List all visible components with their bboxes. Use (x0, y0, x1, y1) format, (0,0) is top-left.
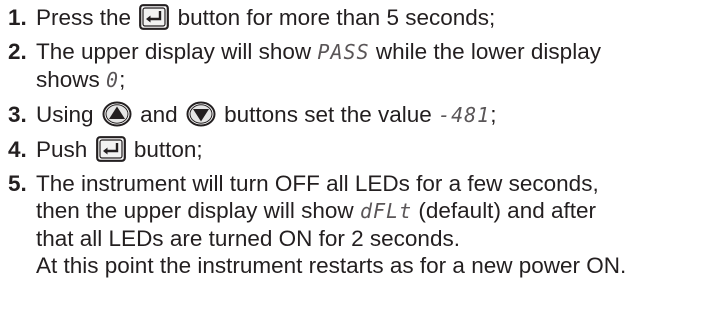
step-text-before: Using (36, 102, 94, 127)
step-number: 5. (8, 171, 27, 196)
instruction-steps: 1. Press the button for more than 5 seco… (6, 4, 712, 286)
step-number: 3. (8, 102, 27, 127)
enter-key-icon (139, 4, 170, 30)
step-text: Press the button for more than 5 seconds… (36, 4, 712, 31)
step-text-after: (default) and after (418, 198, 596, 223)
step-2: 2. The upper display will show PASS whil… (6, 38, 712, 94)
step-text-before: The upper display will show (36, 39, 312, 64)
step-3: 3. Using and buttons set the value -481; (6, 101, 712, 129)
up-arrow-button-icon (102, 101, 132, 127)
step-text-line-1: The instrument will turn OFF all LEDs fo… (36, 171, 599, 196)
step-number: 2. (8, 39, 27, 64)
display-readout-pass: PASS (317, 40, 370, 64)
step-text-after: button; (133, 137, 203, 162)
display-readout-default: dFLt (359, 199, 413, 223)
step-text-middle: and (140, 102, 178, 127)
step-text-after: buttons set the value (224, 102, 432, 127)
step-text-line-2: then the upper display will show dFLt (d… (36, 197, 712, 225)
step-text: Using and buttons set the value -481; (36, 101, 712, 129)
display-readout-zero: 0 (106, 68, 120, 92)
step-text-before: Push (36, 137, 88, 162)
enter-key-icon (95, 136, 126, 162)
display-readout-value: -481 (438, 103, 491, 127)
step-text-line-3: that all LEDs are turned ON for 2 second… (36, 226, 460, 251)
step-5: 5. The instrument will turn OFF all LEDs… (6, 170, 712, 279)
step-text-before: then the upper display will show (36, 198, 354, 223)
step-number: 1. (8, 5, 27, 30)
step-1: 1. Press the button for more than 5 seco… (6, 4, 712, 31)
step-number: 4. (8, 137, 27, 162)
step-4: 4. Push button; (6, 136, 712, 163)
step-text-before: shows (36, 67, 100, 92)
step-text-after: ; (119, 67, 126, 92)
step-text-after: button for more than 5 seconds; (177, 5, 496, 30)
step-text-end: ; (490, 102, 497, 127)
step-text-before: Press the (36, 5, 132, 30)
step-text-line-1: The upper display will show PASS while t… (36, 38, 712, 66)
step-text-line-4: At this point the instrument restarts as… (36, 253, 627, 278)
step-text-line-2: shows 0; (36, 66, 712, 94)
step-text-middle: while the lower display (375, 39, 601, 64)
step-text: Push button; (36, 136, 712, 163)
down-arrow-button-icon (186, 101, 216, 127)
